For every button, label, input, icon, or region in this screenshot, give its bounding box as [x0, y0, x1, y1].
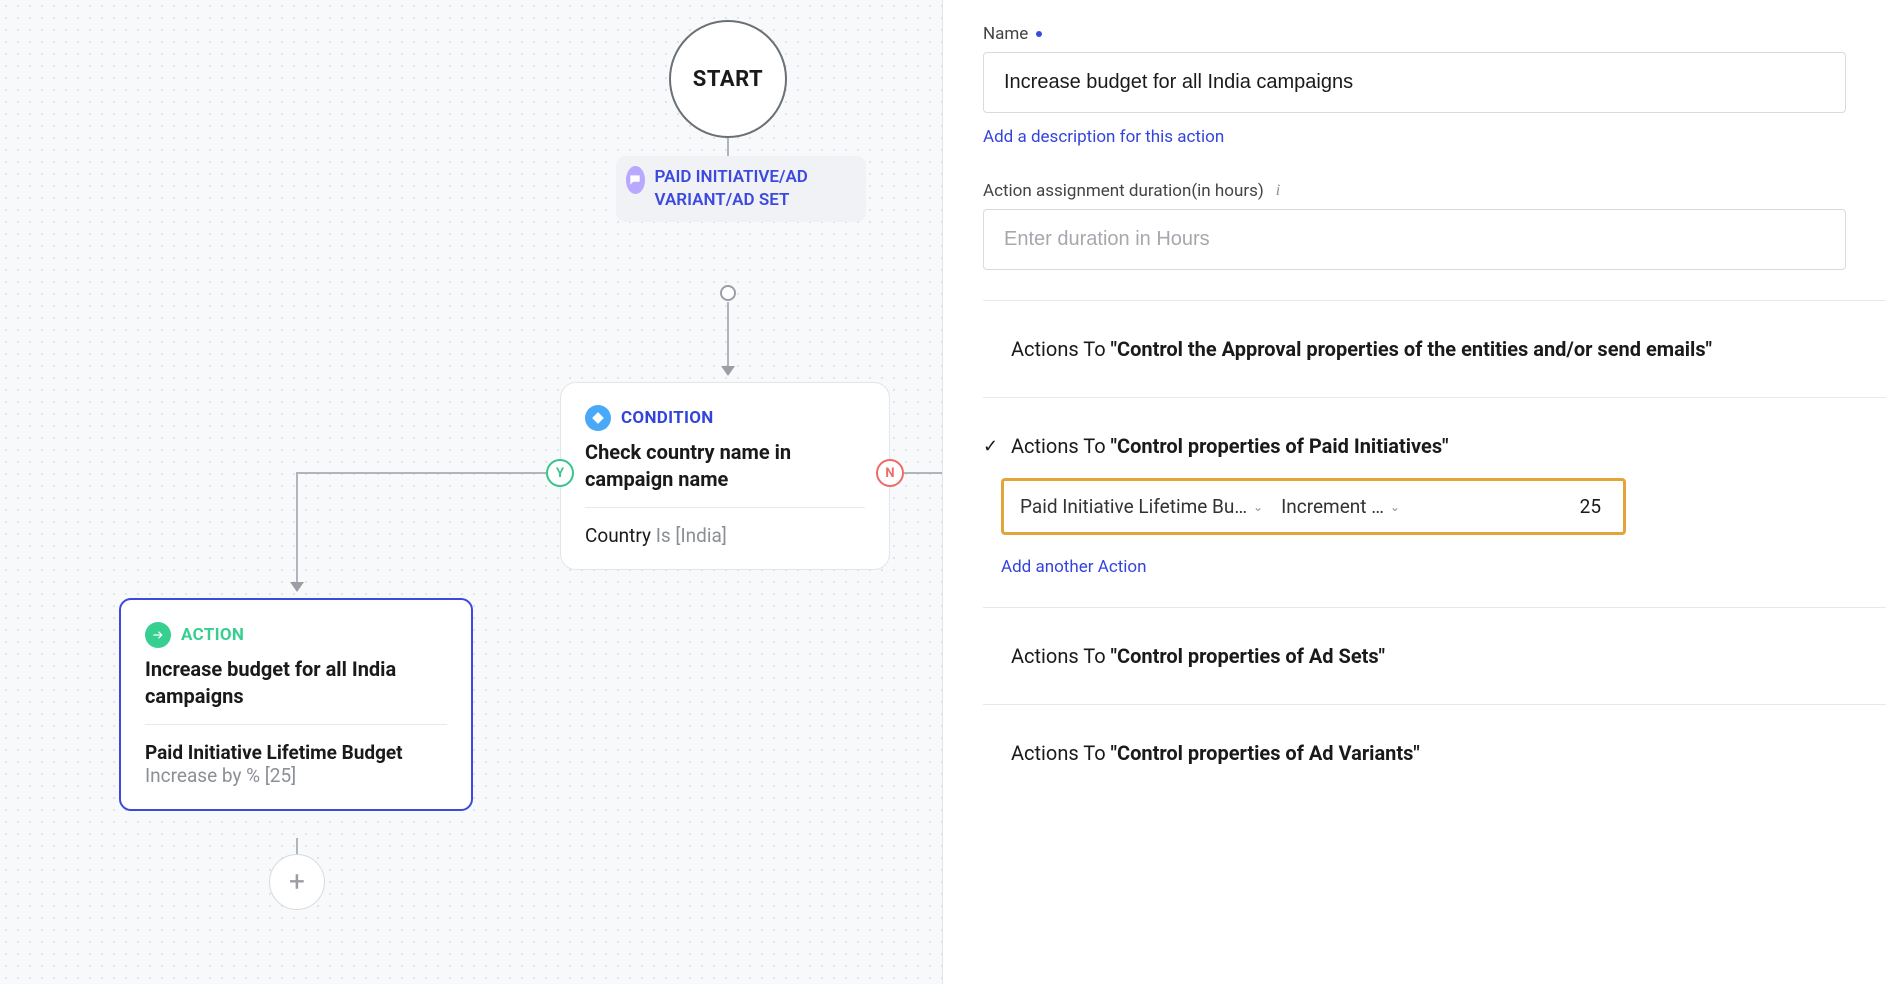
entity-tag-node[interactable]: PAID INITIATIVE/AD VARIANT/AD SET	[616, 156, 866, 222]
divider	[585, 507, 865, 508]
add-action-link[interactable]: Add another Action	[1001, 557, 1886, 577]
action-detail: Paid Initiative Lifetime Budget Increase…	[145, 741, 447, 787]
action-editor-row: Paid Initiative Lifetime Bu… ⌄ Increment…	[1001, 478, 1626, 535]
condition-field: Country	[585, 524, 651, 547]
section-title: "Control properties of Ad Sets"	[1111, 644, 1385, 668]
section-prefix: Actions To	[1011, 644, 1111, 668]
name-label: Name	[983, 24, 1028, 44]
condition-type-label: CONDITION	[621, 408, 714, 428]
properties-panel: Name Add a description for this action A…	[943, 0, 1886, 984]
connector	[296, 472, 298, 584]
name-input[interactable]	[983, 52, 1846, 113]
entity-tag-label: PAID INITIATIVE/AD VARIANT/AD SET	[655, 166, 848, 212]
section-title: "Control the Approval properties of the …	[1111, 337, 1712, 361]
section-title: "Control properties of Paid Initiatives"	[1111, 434, 1449, 458]
section-prefix: Actions To	[1011, 434, 1111, 458]
connector	[727, 138, 729, 156]
start-node[interactable]: START	[669, 20, 787, 138]
action-detail-op: Increase by % [25]	[145, 764, 296, 787]
condition-detail: Country Is [India]	[585, 524, 865, 547]
action-detail-property: Paid Initiative Lifetime Budget	[145, 741, 403, 764]
condition-node[interactable]: CONDITION Check country name in campaign…	[560, 382, 890, 570]
chevron-down-icon: ⌄	[1253, 500, 1263, 514]
info-icon[interactable]: i	[1276, 182, 1280, 200]
arrow-down-icon	[290, 582, 304, 592]
section-title: "Control properties of Ad Variants"	[1111, 741, 1420, 765]
arrow-right-circle-icon	[145, 622, 171, 648]
section-ad-variants[interactable]: Actions To "Control properties of Ad Var…	[943, 705, 1886, 765]
section-prefix: Actions To	[1011, 337, 1111, 361]
check-icon: ✓	[983, 436, 1001, 457]
action-node-selected[interactable]: ACTION Increase budget for all India cam…	[119, 598, 473, 811]
connector	[904, 472, 943, 474]
add-description-link[interactable]: Add a description for this action	[983, 127, 1846, 147]
workflow-canvas[interactable]: START PAID INITIATIVE/AD VARIANT/AD SET …	[0, 0, 943, 984]
duration-label: Action assignment duration(in hours)	[983, 181, 1264, 201]
plus-icon: +	[289, 868, 305, 896]
condition-title: Check country name in campaign name	[585, 439, 865, 493]
condition-op: Is	[656, 524, 671, 547]
yes-branch[interactable]: Y	[546, 459, 574, 487]
start-label: START	[693, 67, 763, 92]
section-prefix: Actions To	[1011, 741, 1111, 765]
value-input[interactable]: 25	[1547, 493, 1607, 520]
duration-input[interactable]	[983, 209, 1846, 270]
add-node-button[interactable]: +	[269, 854, 325, 910]
no-branch[interactable]: N	[876, 459, 904, 487]
property-dropdown-value: Paid Initiative Lifetime Bu…	[1020, 495, 1247, 518]
arrow-down-icon	[721, 366, 735, 376]
section-ad-sets[interactable]: Actions To "Control properties of Ad Set…	[943, 608, 1886, 668]
diamond-icon	[585, 405, 611, 431]
connector	[296, 472, 546, 474]
action-type-label: ACTION	[181, 625, 244, 645]
chevron-down-icon: ⌄	[1390, 500, 1400, 514]
condition-value: [India]	[675, 524, 726, 547]
divider	[145, 724, 447, 725]
required-indicator	[1036, 31, 1042, 37]
operation-dropdown[interactable]: Increment … ⌄	[1281, 495, 1400, 518]
section-paid-initiatives[interactable]: ✓ Actions To "Control properties of Paid…	[943, 398, 1886, 458]
property-dropdown[interactable]: Paid Initiative Lifetime Bu… ⌄	[1020, 495, 1263, 518]
chat-icon	[626, 166, 645, 194]
connector-node	[720, 285, 736, 301]
action-title: Increase budget for all India campaigns	[145, 656, 447, 710]
app-root: START PAID INITIATIVE/AD VARIANT/AD SET …	[0, 0, 1886, 984]
section-approval[interactable]: Actions To "Control the Approval propert…	[943, 301, 1886, 361]
connector	[727, 302, 729, 368]
operation-dropdown-value: Increment …	[1281, 495, 1384, 518]
